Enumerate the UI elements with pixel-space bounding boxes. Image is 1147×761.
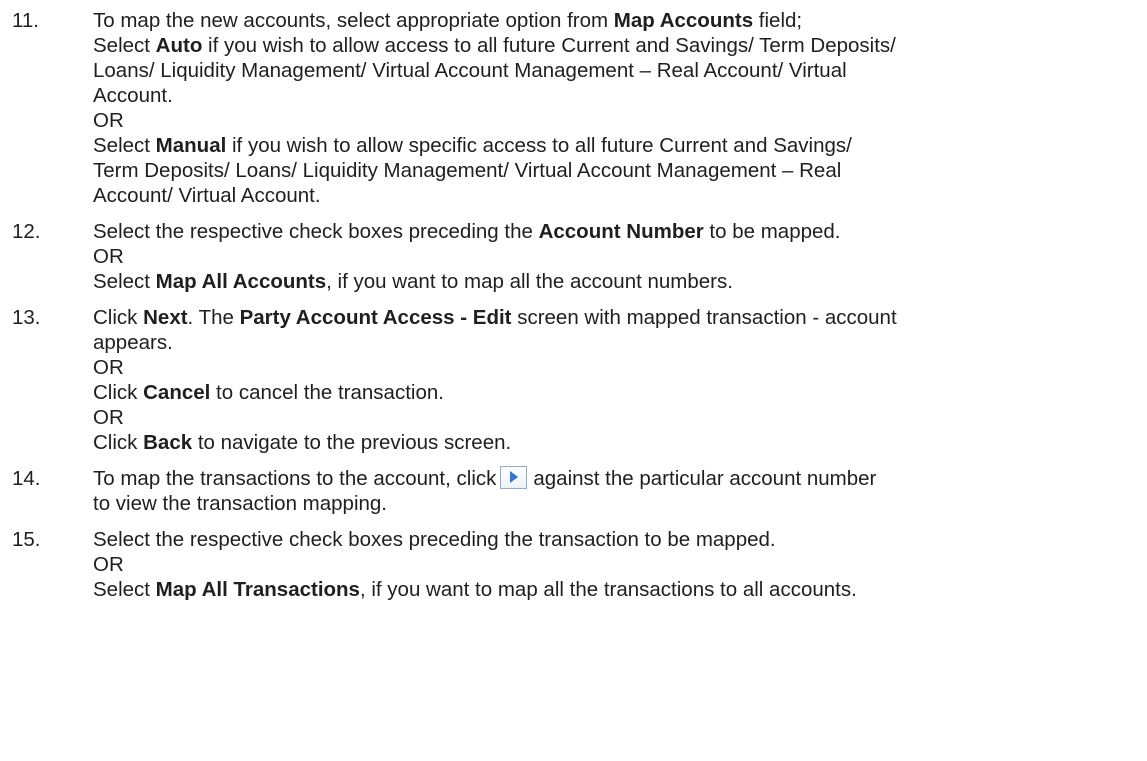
- text-line: Account/ Virtual Account.: [93, 184, 321, 207]
- text-line: To map the transactions to the account, …: [93, 466, 877, 490]
- text-line: Account.: [93, 84, 173, 107]
- text-line: Loans/ Liquidity Management/ Virtual Acc…: [93, 59, 847, 82]
- step-body: To map the transactions to the account, …: [93, 466, 1147, 516]
- text-line: Click Back to navigate to the previous s…: [93, 431, 512, 454]
- text-line: appears.: [93, 331, 173, 354]
- text-line: to view the transaction mapping.: [93, 492, 387, 515]
- or-separator: OR: [93, 356, 124, 379]
- step-11: 11. To map the new accounts, select appr…: [0, 8, 1147, 208]
- step-13: 13. Click Next. The Party Account Access…: [0, 305, 1147, 455]
- text-line: Select Map All Transactions, if you want…: [93, 578, 857, 601]
- step-body: Select the respective check boxes preced…: [93, 527, 1147, 602]
- step-number: 12.: [12, 220, 41, 243]
- text-line: Select Map All Accounts, if you want to …: [93, 270, 733, 293]
- step-body: To map the new accounts, select appropri…: [93, 8, 1147, 208]
- step-number: 14.: [12, 467, 41, 490]
- step-body: Click Next. The Party Account Access - E…: [93, 305, 1147, 455]
- or-separator: OR: [93, 553, 124, 576]
- step-number: 11.: [12, 9, 39, 32]
- step-15: 15. Select the respective check boxes pr…: [0, 527, 1147, 602]
- text-line: To map the new accounts, select appropri…: [93, 9, 803, 32]
- text-line: Select Auto if you wish to allow access …: [93, 34, 896, 57]
- text-line: Click Next. The Party Account Access - E…: [93, 306, 897, 329]
- step-14: 14. To map the transactions to the accou…: [0, 466, 1147, 516]
- text-line: Select Manual if you wish to allow speci…: [93, 134, 852, 157]
- step-number: 13.: [12, 306, 41, 329]
- text-line: Term Deposits/ Loans/ Liquidity Manageme…: [93, 159, 842, 182]
- or-separator: OR: [93, 245, 124, 268]
- step-body: Select the respective check boxes preced…: [93, 219, 1147, 294]
- or-separator: OR: [93, 109, 124, 132]
- or-separator: OR: [93, 406, 124, 429]
- text-line: Select the respective check boxes preced…: [93, 528, 776, 551]
- text-line: Click Cancel to cancel the transaction.: [93, 381, 444, 404]
- step-12: 12. Select the respective check boxes pr…: [0, 219, 1147, 294]
- view-transaction-mapping-icon: [500, 466, 528, 489]
- text-line: Select the respective check boxes preced…: [93, 220, 841, 243]
- document-page: 11. To map the new accounts, select appr…: [0, 0, 1147, 602]
- step-number: 15.: [12, 528, 41, 551]
